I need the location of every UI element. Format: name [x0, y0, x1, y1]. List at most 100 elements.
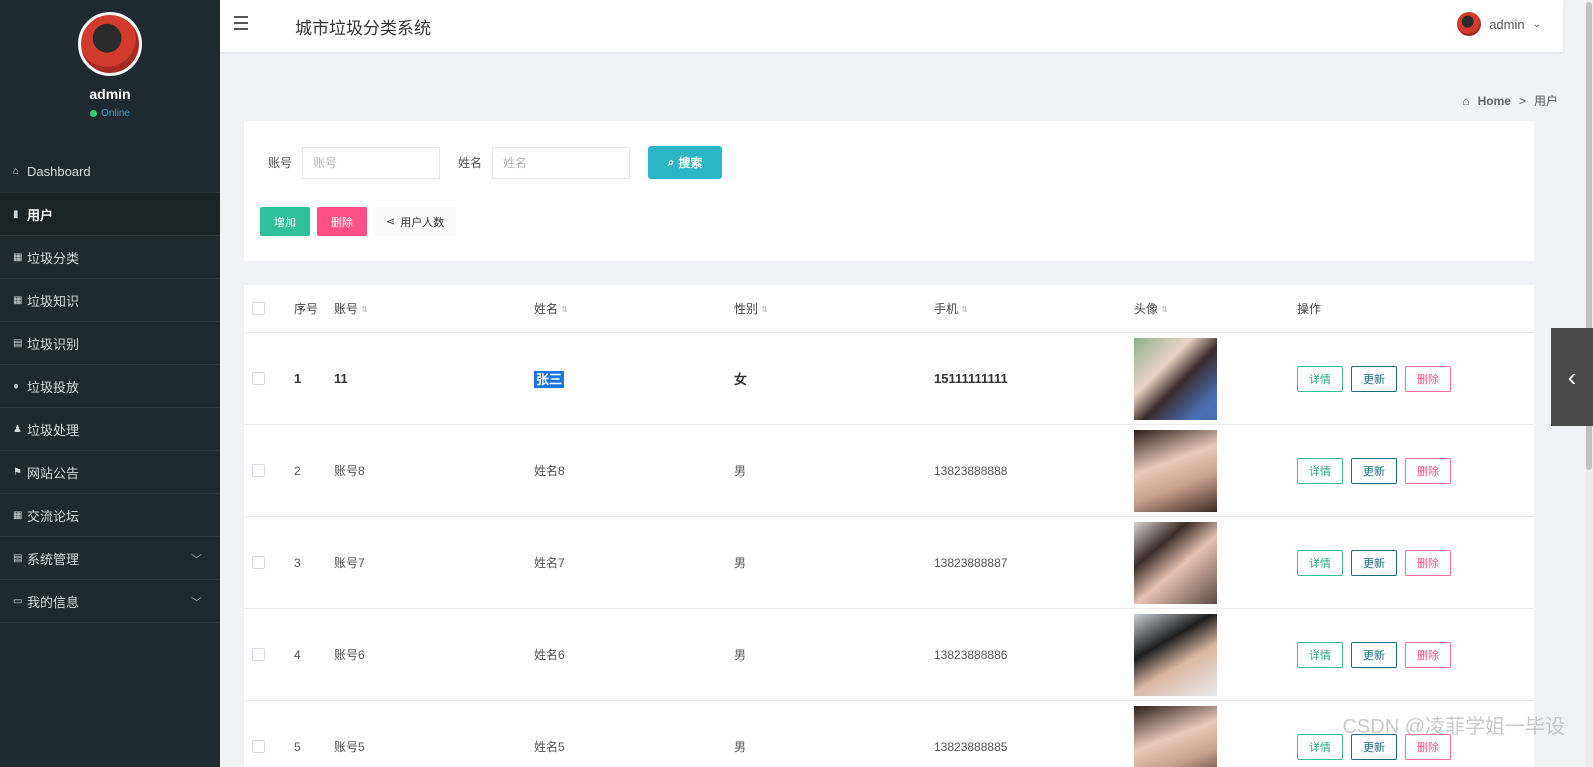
name-search-input[interactable] [492, 146, 631, 179]
chevron-down-icon: ﹀ [191, 597, 202, 609]
account-label: 账号 [268, 156, 293, 170]
top-bar: 城市垃圾分类系统 admin ⌄ [220, 0, 1563, 52]
avatar-photo[interactable] [1134, 705, 1217, 767]
update-button[interactable]: 更新 [1351, 549, 1397, 576]
app-title: 城市垃圾分类系统 [295, 19, 431, 38]
cell-phone: 13823888885 [934, 739, 1008, 754]
detail-button[interactable]: 详情 [1297, 457, 1343, 484]
sidebar-item-announcements[interactable]: ⚑ 网站公告 [0, 451, 220, 494]
cell-phone: 13823888888 [934, 463, 1008, 478]
cell-index: 5 [294, 739, 301, 754]
user-menu[interactable]: admin ⌄ [1457, 12, 1541, 36]
user-icon: ♟ [13, 423, 22, 435]
cell-index: 4 [294, 647, 301, 662]
menu-toggle-icon[interactable] [234, 16, 252, 34]
col-phone[interactable]: 手机 ⇅ [934, 300, 1134, 317]
profile-status-text: Online [101, 108, 130, 119]
table-row: 5 账号5 姓名5 男 13823888885 详情 更新 删除 [244, 701, 1534, 767]
cell-name: 姓名5 [534, 740, 565, 754]
col-gender[interactable]: 性别 ⇅ [734, 300, 934, 317]
row-checkbox[interactable] [252, 740, 265, 753]
col-name[interactable]: 姓名 ⇅ [534, 300, 734, 317]
card-icon: ▭ [13, 595, 23, 607]
user-count-button[interactable]: ⋖ 用户人数 [374, 207, 457, 236]
delete-button[interactable]: 删除 [1405, 365, 1451, 392]
sidebar-item-label: 垃圾识别 [27, 336, 80, 352]
avatar-photo[interactable] [1134, 337, 1217, 420]
sort-icon: ⇅ [561, 305, 568, 315]
sidebar-item-label: Dashboard [27, 163, 91, 179]
cell-account: 账号7 [334, 556, 365, 570]
delete-button[interactable]: 删除 [1405, 641, 1451, 668]
cell-gender: 男 [734, 740, 747, 754]
cell-phone: 13823888887 [934, 555, 1008, 570]
row-checkbox[interactable] [252, 464, 265, 477]
row-checkbox[interactable] [252, 648, 265, 661]
sidebar-item-garbage-dropoff[interactable]: ● 垃圾投放 [0, 365, 220, 408]
row-checkbox[interactable] [252, 372, 265, 385]
cell-phone: 13823888886 [934, 647, 1008, 662]
grid-icon: ▦ [13, 509, 23, 521]
cell-gender: 男 [734, 648, 747, 662]
col-operations: 操作 [1297, 302, 1322, 316]
sidebar-item-label: 垃圾知识 [27, 293, 80, 309]
col-avatar[interactable]: 头像 ⇅ [1134, 300, 1297, 317]
cell-name: 张三 [534, 369, 734, 388]
row-checkbox[interactable] [252, 556, 265, 569]
cell-name-text: 张三 [534, 371, 565, 388]
sidebar-item-garbage-knowledge[interactable]: ▦ 垃圾知识 [0, 279, 220, 322]
breadcrumb-home[interactable]: Home [1478, 94, 1511, 108]
cell-phone: 15111111111 [934, 371, 1008, 386]
user-menu-name: admin [1489, 16, 1525, 32]
profile-status: Online [90, 108, 130, 119]
update-button[interactable]: 更新 [1351, 365, 1397, 392]
detail-button[interactable]: 详情 [1297, 641, 1343, 668]
sidebar-item-label: 用户 [27, 207, 54, 223]
sort-icon: ⇅ [761, 305, 768, 315]
detail-button[interactable]: 详情 [1297, 549, 1343, 576]
account-search-input[interactable] [302, 146, 441, 179]
sidebar-item-forum[interactable]: ▦ 交流论坛 [0, 494, 220, 537]
delete-button[interactable]: 删除 [1405, 549, 1451, 576]
cell-account: 账号8 [334, 464, 365, 478]
home-icon: ⌂ [1462, 93, 1470, 108]
sidebar-item-dashboard[interactable]: ⌂ Dashboard [0, 150, 220, 193]
user-count-label: 用户人数 [400, 216, 445, 229]
search-button[interactable]: ⌕ 搜索 [648, 146, 723, 179]
sidebar-item-garbage-category[interactable]: ▦ 垃圾分类 [0, 236, 220, 279]
table-row: 1 11 张三 女 15111111111 详情 更新 删除 [244, 333, 1534, 425]
sidebar-item-system-management[interactable]: ▤ 系统管理 ﹀ [0, 537, 220, 580]
table-row: 2 账号8 姓名8 男 13823888888 详情 更新 删除 [244, 425, 1534, 517]
cell-name: 姓名6 [534, 648, 565, 662]
sidebar-item-users[interactable]: ▮ 用户 [0, 193, 220, 236]
update-button[interactable]: 更新 [1351, 641, 1397, 668]
cell-index: 1 [294, 371, 302, 386]
breadcrumb-separator: > [1518, 93, 1526, 108]
sidebar-item-label: 我的信息 [27, 594, 80, 610]
sidebar-item-label: 系统管理 [27, 551, 80, 567]
delete-button[interactable]: 删除 [1405, 457, 1451, 484]
add-button[interactable]: 增加 [260, 207, 310, 236]
search-icon: ⌕ [667, 155, 675, 169]
detail-button[interactable]: 详情 [1297, 733, 1343, 760]
chevron-left-icon[interactable]: ‹ [1551, 328, 1593, 426]
avatar-photo[interactable] [1134, 429, 1217, 512]
col-index: 序号 [294, 302, 319, 316]
avatar-photo[interactable] [1134, 521, 1217, 604]
update-button[interactable]: 更新 [1351, 457, 1397, 484]
sidebar-item-garbage-processing[interactable]: ♟ 垃圾处理 [0, 408, 220, 451]
online-dot-icon [90, 110, 98, 117]
table-row: 3 账号7 姓名7 男 13823888887 详情 更新 删除 [244, 517, 1534, 609]
flag-icon: ⚑ [13, 466, 22, 478]
table-row: 4 账号6 姓名6 男 13823888886 详情 更新 删除 [244, 609, 1534, 701]
sidebar-item-garbage-recognition[interactable]: ▤ 垃圾识别 [0, 322, 220, 365]
batch-delete-button[interactable]: 删除 [317, 207, 367, 236]
sidebar-item-label: 垃圾分类 [27, 250, 80, 266]
col-account[interactable]: 账号 ⇅ [334, 300, 534, 317]
select-all-checkbox[interactable] [252, 302, 265, 315]
chevron-down-icon: ⌄ [1532, 18, 1541, 30]
sidebar-item-label: 网站公告 [27, 465, 80, 481]
sidebar-item-my-info[interactable]: ▭ 我的信息 ﹀ [0, 580, 220, 623]
avatar-photo[interactable] [1134, 613, 1217, 696]
detail-button[interactable]: 详情 [1297, 365, 1343, 392]
